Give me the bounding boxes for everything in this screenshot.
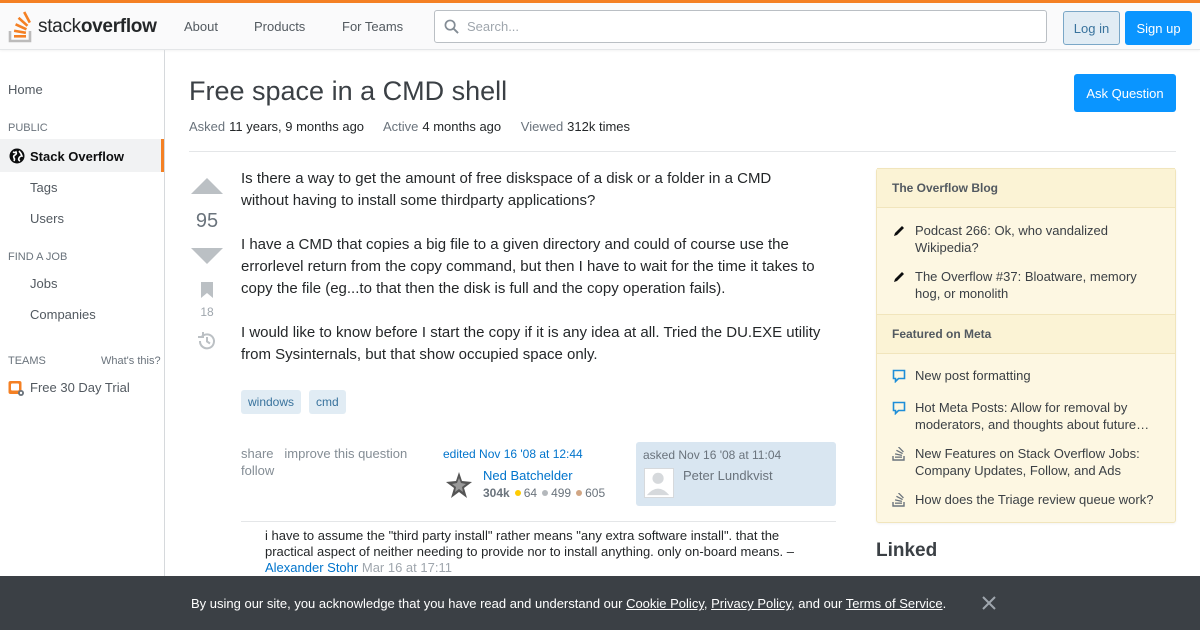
active-value[interactable]: 4 months ago — [422, 119, 501, 134]
asked-label: Asked — [189, 119, 226, 134]
asker-card: asked Nov 16 '08 at 11:04 Peter Lundkvis… — [636, 442, 836, 506]
sidebar-item-label: Stack Overflow — [30, 149, 124, 164]
share-link[interactable]: share — [241, 446, 274, 461]
header-divider — [189, 151, 1176, 152]
meta-heading: Featured on Meta — [877, 314, 1175, 354]
bronze-badge-icon — [576, 490, 583, 497]
blog-heading: The Overflow Blog — [877, 168, 1175, 208]
blog-item-label: Podcast 266: Ok, who vandalized Wikipedi… — [915, 223, 1108, 255]
silver-badge-icon — [542, 490, 549, 497]
asker-avatar[interactable] — [644, 468, 674, 498]
silver-badge-count: 499 — [551, 486, 572, 500]
ask-question-button[interactable]: Ask Question — [1074, 74, 1176, 112]
asker-name: Peter Lundkvist — [683, 468, 773, 483]
search-input[interactable] — [467, 11, 1037, 42]
bookmark-icon[interactable] — [201, 282, 213, 298]
asked-value: 11 years, 9 months ago — [229, 119, 365, 134]
edited-timestamp[interactable]: edited Nov 16 '08 at 12:44 — [443, 447, 583, 461]
cookie-sep: , and our — [791, 596, 846, 611]
left-sidebar: Home PUBLIC Stack Overflow Tags Users FI… — [0, 50, 165, 630]
privacy-policy-link[interactable]: Privacy Policy — [711, 596, 791, 611]
reputation-score: 304k — [483, 486, 510, 500]
terms-of-service-link[interactable]: Terms of Service — [846, 596, 943, 611]
sidebar-caption-teams: TEAMS — [8, 355, 46, 367]
overflow-blog-widget: The Overflow Blog Podcast 266: Ok, who v… — [876, 168, 1176, 523]
vote-count: 95 — [195, 210, 219, 232]
sidebar-item-stack-overflow[interactable]: Stack Overflow — [0, 139, 164, 172]
pencil-icon — [894, 226, 904, 236]
whats-this-link[interactable]: What's this? — [101, 355, 161, 367]
pencil-icon — [894, 272, 904, 282]
question-meta: Asked 11 years, 9 months ago Active 4 mont… — [189, 119, 646, 134]
comment-text: i have to assume the "third party instal… — [265, 528, 794, 559]
upvote-arrow-icon[interactable] — [191, 178, 223, 194]
login-button[interactable]: Log in — [1063, 11, 1120, 45]
sidebar-item-jobs[interactable]: Jobs — [30, 276, 57, 291]
comment-user[interactable]: Alexander Stohr — [265, 560, 358, 575]
default-user-icon — [646, 472, 670, 496]
sidebar-item-tags[interactable]: Tags — [30, 180, 57, 195]
comment: i have to assume the "third party instal… — [265, 528, 825, 576]
chat-bubble-icon — [892, 369, 906, 383]
question-title[interactable]: Free space in a CMD shell — [189, 76, 507, 107]
top-bar: stackoverflow About Products For Teams L… — [0, 0, 1200, 50]
body-paragraph: I would like to know before I start the … — [241, 324, 821, 363]
editor-reputation: 304k 64 499 605 — [483, 486, 605, 500]
search-icon — [444, 19, 459, 34]
cookie-prefix: By using our site, you acknowledge that … — [191, 596, 627, 611]
comment-time[interactable]: Mar 16 at 17:11 — [362, 560, 452, 575]
globe-icon — [9, 148, 25, 164]
chat-bubble-icon — [892, 401, 906, 415]
post-actions: share improve this question follow — [241, 445, 407, 479]
tag-windows[interactable]: windows — [241, 390, 302, 414]
gold-badge-icon — [514, 490, 521, 497]
comment-divider — [241, 521, 836, 522]
nav-for-teams[interactable]: For Teams — [342, 19, 403, 34]
improve-question-link[interactable]: improve this question — [284, 446, 407, 461]
search-box[interactable] — [434, 10, 1047, 43]
sidebar-caption-find-a-job: FIND A JOB — [8, 251, 68, 263]
stack-mini-icon — [892, 447, 905, 461]
cookie-sep: , — [703, 596, 712, 611]
body-paragraph: I have a CMD that copies a big file to a… — [241, 236, 815, 297]
gold-badge-count: 64 — [523, 486, 538, 500]
stack-overflow-logo[interactable]: stackoverflow — [8, 10, 157, 44]
stack-mini-icon — [892, 493, 905, 507]
signup-button[interactable]: Sign up — [1125, 11, 1192, 45]
asked-timestamp[interactable]: asked Nov 16 '08 at 11:04 — [643, 448, 781, 462]
cookie-policy-link[interactable]: Cookie Policy — [626, 596, 704, 611]
editor-avatar[interactable] — [445, 471, 473, 499]
meta-item-label: Hot Meta Posts: Allow for removal by mod… — [915, 400, 1150, 432]
active-label: Active — [382, 119, 419, 134]
follow-link[interactable]: follow — [241, 463, 274, 478]
viewed-value: 312k times — [567, 119, 631, 134]
sidebar-item-home[interactable]: Home — [8, 82, 43, 97]
close-icon[interactable] — [980, 594, 998, 612]
blog-item-label: The Overflow #37: Bloatware, memory hog,… — [915, 269, 1137, 301]
teams-briefcase-icon — [8, 381, 24, 396]
cookie-text: By using our site, you acknowledge that … — [191, 596, 946, 611]
sidebar-item-users[interactable]: Users — [30, 211, 64, 226]
editor-name[interactable]: Ned Batchelder — [483, 468, 573, 483]
cookie-banner: By using our site, you acknowledge that … — [0, 576, 1200, 630]
sidebar-item-companies[interactable]: Companies — [30, 307, 96, 322]
tag-cmd[interactable]: cmd — [309, 390, 346, 414]
meta-item-label: New post formatting — [915, 368, 1031, 383]
bronze-badge-count: 605 — [585, 486, 606, 500]
history-icon[interactable] — [197, 331, 217, 351]
meta-item-label: New Features on Stack Overflow Jobs: Com… — [915, 446, 1140, 478]
logo-icon — [8, 11, 32, 43]
body-paragraph: Is there a way to get the amount of free… — [241, 170, 772, 209]
linked-heading: Linked — [876, 540, 938, 561]
sidebar-caption-public: PUBLIC — [8, 122, 48, 134]
bookmark-count: 18 — [200, 305, 214, 319]
meta-item-label: How does the Triage review queue work? — [915, 492, 1154, 507]
cookie-suffix: . — [942, 596, 947, 611]
sidebar-item-free-trial[interactable]: Free 30 Day Trial — [30, 380, 130, 395]
nav-products[interactable]: Products — [254, 19, 305, 34]
viewed-label: Viewed — [520, 119, 564, 134]
nav-about[interactable]: About — [184, 19, 218, 34]
logo-text: stackoverflow — [38, 16, 157, 37]
downvote-arrow-icon[interactable] — [191, 248, 223, 264]
